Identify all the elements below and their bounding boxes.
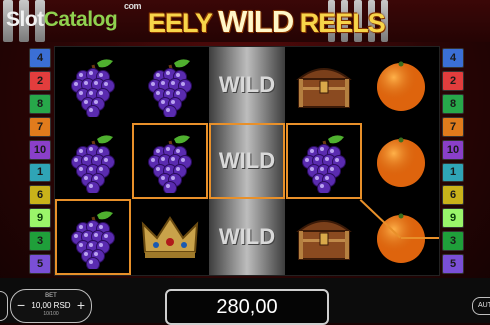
payline-indicator-5: 5	[29, 254, 51, 275]
symbol-chest-icon	[286, 47, 362, 123]
game-title: EELY WILD REELS	[148, 4, 386, 40]
payline-indicator-9: 9	[442, 208, 464, 229]
payline-indicator-1: 1	[442, 162, 464, 183]
payline-indicator-10: 10	[29, 139, 51, 160]
symbol-orange-icon	[363, 123, 439, 199]
payline-indicator-8: 8	[442, 93, 464, 114]
win-amount-display: 280,00	[165, 289, 329, 325]
symbol-grapes-icon	[132, 47, 208, 123]
symbol-wild-icon: WILD	[209, 47, 285, 123]
payline-indicator-2: 2	[442, 70, 464, 91]
payline-indicator-5: 5	[442, 254, 464, 275]
reel-grid: WILD WILD WILD	[54, 46, 440, 276]
wild-label: WILD	[218, 224, 276, 249]
win-highlight-box	[209, 123, 285, 199]
payline-indicator-4: 4	[442, 48, 464, 68]
autoplay-button[interactable]: AUT	[472, 297, 490, 315]
payline-indicator-8: 8	[29, 93, 51, 114]
watermark-part1: Slot	[6, 8, 44, 31]
payline-indicator-3: 3	[442, 231, 464, 252]
symbol-orange-icon	[363, 47, 439, 123]
symbol-chest-icon	[286, 199, 362, 275]
payline-indicators-right: 4 2 8 7 10 1 6 9 3 5	[442, 48, 464, 275]
game-title-part2: REELS	[293, 8, 386, 38]
watermark-logo: SlotCatalog com	[6, 1, 142, 32]
win-highlight-box	[55, 199, 131, 275]
payline-indicator-2: 2	[29, 70, 51, 91]
payline-indicator-4: 4	[29, 48, 51, 68]
reel-5	[363, 47, 439, 275]
game-title-part1: EELY	[148, 8, 219, 38]
symbol-grapes-icon	[55, 123, 131, 199]
symbol-wild-icon: WILD	[209, 199, 285, 275]
win-highlight-box	[286, 123, 362, 199]
payline-indicator-7: 7	[442, 116, 464, 137]
payline-indicator-6: 6	[29, 185, 51, 206]
menu-button[interactable]	[0, 291, 8, 321]
watermark-suffix: com	[124, 1, 142, 11]
payline-indicator-1: 1	[29, 162, 51, 183]
bet-increase-button[interactable]: +	[77, 297, 85, 313]
watermark-part2: Catalog	[43, 8, 118, 31]
wild-label: WILD	[218, 72, 276, 97]
payline-indicator-6: 6	[442, 185, 464, 206]
symbol-crown-icon	[132, 199, 208, 275]
winning-payline	[401, 237, 439, 239]
payline-indicator-10: 10	[442, 139, 464, 160]
payline-indicator-9: 9	[29, 208, 51, 229]
bet-selector: − BET 10,00 RSD 10/100 +	[10, 289, 92, 323]
payline-indicator-3: 3	[29, 231, 51, 252]
payline-indicator-7: 7	[29, 116, 51, 137]
payline-indicators-left: 4 2 8 7 10 1 6 9 3 5	[29, 48, 51, 275]
symbol-grapes-icon	[55, 47, 131, 123]
win-highlight-box	[132, 123, 208, 199]
game-title-wild: WILD	[218, 4, 294, 39]
